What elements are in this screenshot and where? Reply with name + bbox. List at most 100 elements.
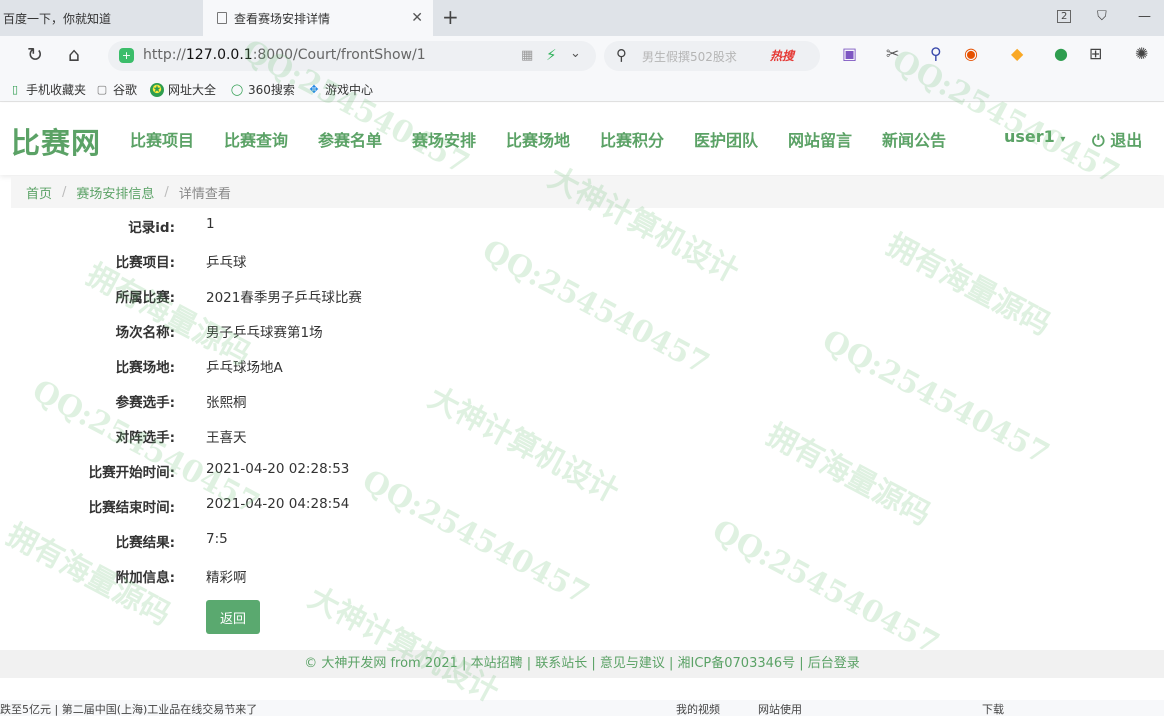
menu-item-news[interactable]: 新闻公告 (882, 127, 946, 151)
security-shield-icon: + (119, 48, 134, 63)
home-icon[interactable]: ⌂ (68, 44, 80, 66)
caret-down-icon: ▾ (1060, 134, 1066, 145)
field-label: 比赛结果: (115, 535, 175, 551)
new-tab-icon[interactable]: + (442, 5, 459, 29)
field-label: 所属比赛: (115, 290, 175, 306)
browser-tab-baidu[interactable]: 百度一下，你就知道 (0, 0, 200, 36)
field-label: 比赛项目: (115, 255, 175, 271)
watermark-qq: QQ:254540457 (816, 323, 1055, 472)
field-label: 对阵选手: (115, 430, 175, 446)
field-value: 乒乓球 (206, 255, 247, 271)
settings-icon[interactable]: ✺ (1135, 44, 1148, 63)
field-extra-info: 附加信息: 精彩啊 (0, 566, 600, 586)
breadcrumb-schedule-info[interactable]: 赛场安排信息 (76, 183, 154, 202)
chat-icon[interactable]: ● (1054, 44, 1068, 63)
field-opponent: 对阵选手: 王喜天 (0, 426, 600, 446)
field-record-id: 记录id: 1 (0, 216, 600, 236)
bookmark-360-search[interactable]: ◯ 360搜索 (230, 81, 295, 98)
status-news-ticker[interactable]: 跌至5亿元 | 第二届中国(上海)工业品在线交易节来了 (0, 701, 257, 716)
back-button[interactable]: 返回 (206, 600, 260, 634)
field-value: 7:5 (206, 531, 228, 547)
magnifier-icon[interactable]: ⚲ (930, 44, 942, 63)
menu-item-messages[interactable]: 网站留言 (788, 127, 852, 151)
field-value: 王喜天 (206, 430, 247, 446)
field-value: 精彩啊 (206, 570, 247, 586)
power-icon: ⏻ (1092, 131, 1105, 150)
bookmark-game-center[interactable]: ✥ 游戏中心 (307, 81, 373, 98)
field-value: 张熙桐 (206, 395, 247, 411)
reload-icon[interactable]: ↻ (27, 44, 43, 66)
field-value: 乒乓球场地A (206, 360, 283, 376)
bookmark-url-directory[interactable]: ✪ 网址大全 (150, 81, 216, 98)
field-label: 比赛结束时间: (88, 500, 175, 516)
lightning-icon[interactable]: ⚡ (546, 46, 557, 64)
page-icon: ▢ (96, 82, 108, 96)
field-value: 2021-04-20 02:28:53 (206, 461, 350, 477)
chevron-down-icon[interactable]: ⌄ (570, 46, 581, 61)
qr-code-icon[interactable]: ▦ (521, 48, 533, 63)
coin-icon[interactable]: ◆ (1011, 44, 1023, 63)
field-player: 参赛选手: 张熙桐 (0, 391, 600, 411)
url-text[interactable]: http://127.0.0.1:8000/Court/frontShow/1 (143, 47, 426, 63)
browser-tab-active[interactable]: 查看赛场安排详情 ✕ (203, 0, 433, 36)
field-start-time: 比赛开始时间: 2021-04-20 02:28:53 (0, 461, 600, 481)
breadcrumb-separator: / (164, 184, 169, 200)
watermark-source: 拥有海量源码 (760, 417, 937, 533)
status-my-videos[interactable]: 我的视频 (676, 701, 720, 716)
site-header: 比赛网 比赛项目 比赛查询 参赛名单 赛场安排 比赛场地 比赛积分 医护团队 网… (0, 103, 1164, 175)
breadcrumb-current: 详情查看 (178, 186, 231, 202)
field-competition: 所属比赛: 2021春季男子乒乓球比赛 (0, 286, 600, 306)
status-downloads[interactable]: 下载 (982, 701, 1004, 716)
close-tab-icon[interactable]: ✕ (411, 10, 423, 26)
field-venue: 比赛场地: 乒乓球场地A (0, 356, 600, 376)
menu-item-query[interactable]: 比赛查询 (224, 127, 288, 151)
browser-search-box[interactable]: ⚲ 男生假撰502股求 热搜 (604, 41, 820, 71)
tab-title: 百度一下，你就知道 (3, 11, 112, 26)
scissors-icon[interactable]: ✂ (886, 44, 899, 63)
user-dropdown[interactable]: user1 ▾ (1004, 127, 1065, 146)
field-project: 比赛项目: 乒乓球 (0, 251, 600, 271)
phone-icon: ▯ (11, 82, 19, 96)
hot-search-label[interactable]: 热搜 (770, 47, 794, 64)
field-value: 男子乒乓球赛第1场 (206, 325, 323, 341)
minimize-icon[interactable]: — (1138, 9, 1151, 24)
gamepad-icon[interactable]: ◉ (964, 44, 978, 63)
field-label: 场次名称: (115, 325, 175, 341)
menu-item-roster[interactable]: 参赛名单 (318, 127, 382, 151)
field-value: 2021-04-20 04:28:54 (206, 496, 350, 512)
field-value: 2021春季男子乒乓球比赛 (206, 290, 362, 306)
document-icon (217, 12, 227, 24)
field-label: 附加信息: (115, 570, 175, 586)
search-placeholder: 男生假撰502股求 (642, 50, 737, 64)
tab-count-badge[interactable]: 2 (1057, 10, 1072, 23)
logout-button[interactable]: ⏻ 退出 (1092, 127, 1142, 151)
breadcrumb-home[interactable]: 首页 (26, 183, 52, 202)
status-site-use[interactable]: 网站使用 (758, 701, 802, 716)
bookmark-mobile[interactable]: ▯ 手机收藏夹 (8, 81, 86, 98)
watermark-qq: QQ:254540457 (706, 513, 945, 662)
shirt-icon[interactable]: ⛉ (1097, 9, 1107, 24)
address-bar[interactable]: + http://127.0.0.1:8000/Court/frontShow/… (108, 41, 596, 71)
watermark-source: 拥有海量源码 (880, 227, 1057, 343)
site-logo[interactable]: 比赛网 (11, 120, 101, 162)
translate-icon[interactable]: ▣ (842, 44, 857, 63)
bookmark-google[interactable]: ▢ 谷歌 (95, 81, 137, 98)
field-value: 1 (206, 216, 215, 232)
directory-icon: ✪ (150, 82, 164, 97)
browser-tab-strip: 百度一下，你就知道 查看赛场安排详情 ✕ + 2 ⛉ — (0, 0, 1164, 36)
grid-icon[interactable]: ⊞ (1089, 44, 1102, 63)
breadcrumb-separator: / (62, 184, 67, 200)
field-label: 比赛场地: (115, 360, 175, 376)
bookmarks-bar: ▯ 手机收藏夹 ▢ 谷歌 ✪ 网址大全 ◯ 360搜索 ✥ 游戏中心 (0, 76, 1164, 102)
menu-item-schedule[interactable]: 赛场安排 (412, 127, 476, 151)
menu-item-points[interactable]: 比赛积分 (600, 127, 664, 151)
search-icon[interactable]: ⚲ (616, 46, 627, 64)
menu-item-projects[interactable]: 比赛项目 (130, 127, 194, 151)
menu-item-medical[interactable]: 医护团队 (694, 127, 758, 151)
site-footer: © 大神开发网 from 2021 | 本站招聘 | 联系站长 | 意见与建议 … (0, 650, 1164, 678)
browser-toolbar: ↻ ⌂ + http://127.0.0.1:8000/Court/frontS… (0, 36, 1164, 76)
field-label: 记录id: (128, 220, 175, 236)
browser-status-bar: 跌至5亿元 | 第二届中国(上海)工业品在线交易节来了 我的视频 网站使用 下载 (0, 700, 1164, 716)
field-session-name: 场次名称: 男子乒乓球赛第1场 (0, 321, 600, 341)
menu-item-venues[interactable]: 比赛场地 (506, 127, 570, 151)
